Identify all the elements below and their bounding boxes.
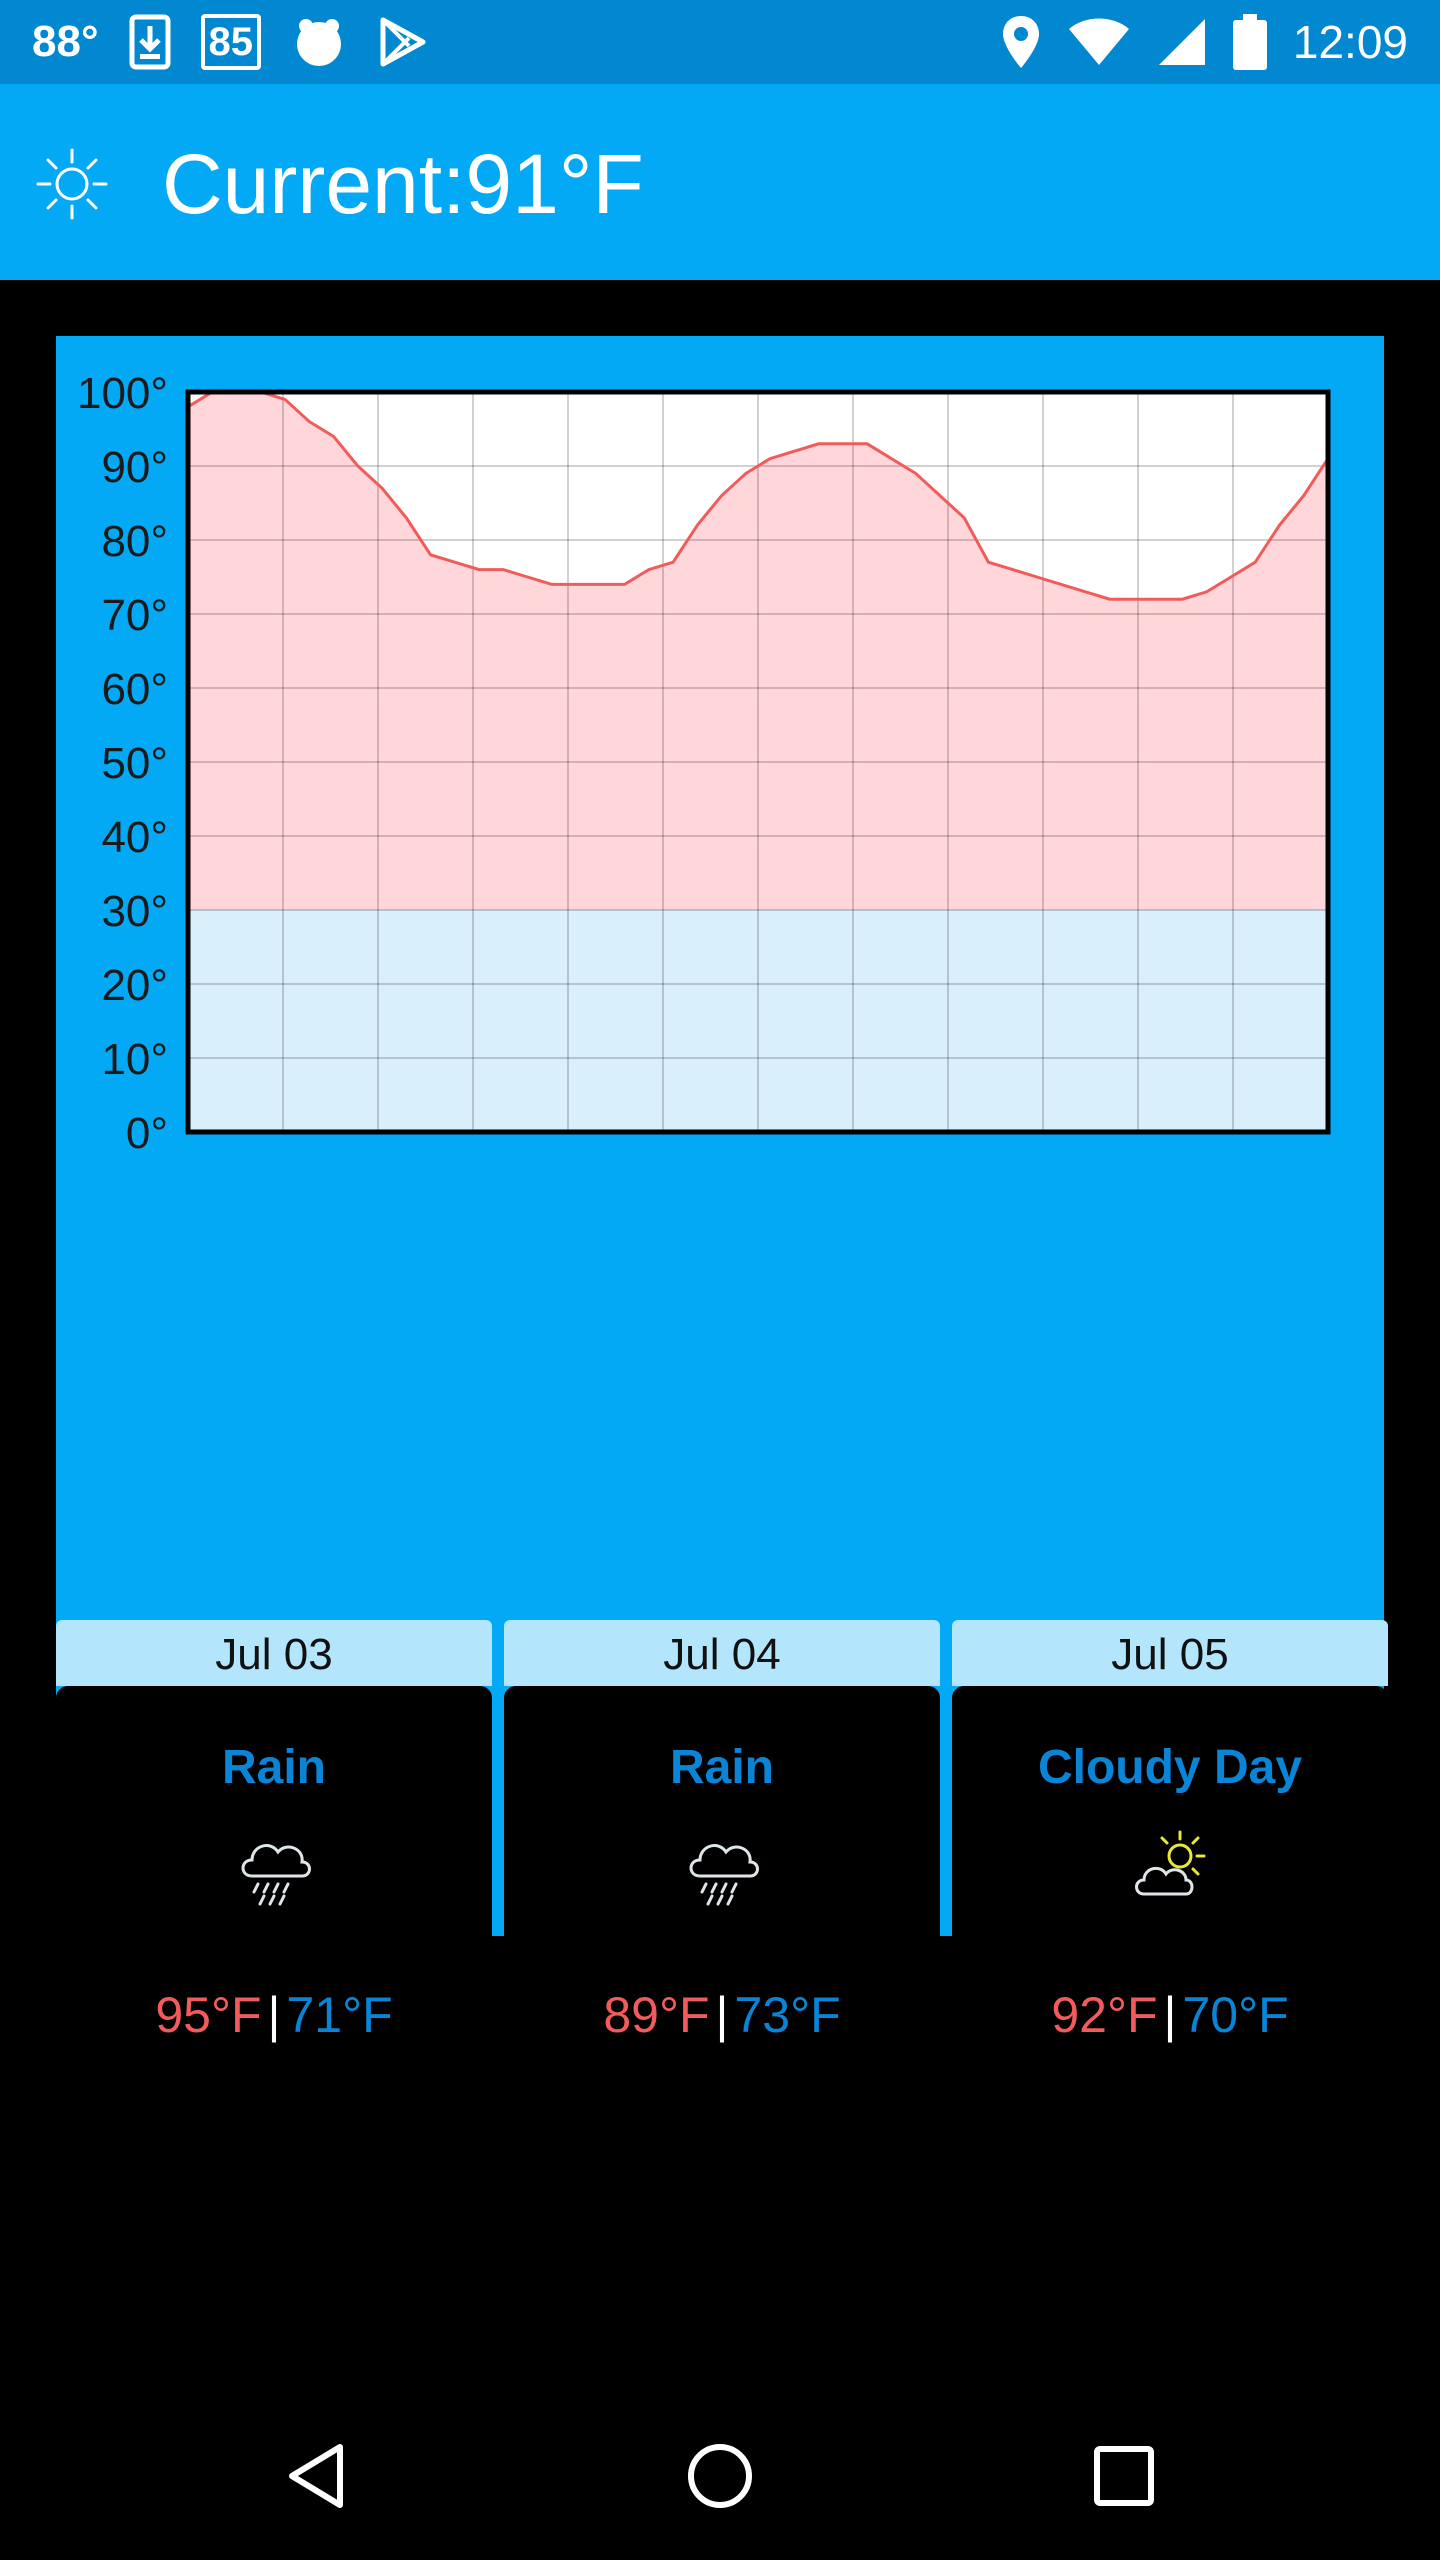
chart-y-tick-label: 30° — [101, 887, 168, 936]
app-bar: Current:91°F — [0, 84, 1440, 280]
rain-cloud-icon — [689, 1844, 759, 1906]
forecast-high: 95°F — [155, 1987, 262, 2043]
recents-icon — [1094, 2446, 1154, 2506]
forecast-low: 70°F — [1182, 1987, 1289, 2043]
chart-y-tick-label: 80° — [101, 517, 168, 566]
forecast-card-day-1[interactable]: Jul 03 Rain 95°F | 71°F — [56, 1620, 492, 2124]
signal-icon — [1158, 19, 1205, 65]
forecast-condition: Rain — [221, 1741, 326, 1794]
current-temperature-title: Current:91°F — [162, 137, 644, 231]
home-button[interactable] — [640, 2392, 800, 2560]
forecast-high: 89°F — [603, 1987, 710, 2043]
forecast-body: Rain 95°F | 71°F — [56, 1686, 492, 2124]
battery-icon — [1232, 14, 1267, 70]
temp-separator: | — [715, 1987, 729, 2043]
forecast-temps: 89°F | 73°F — [504, 1986, 940, 2044]
chart-y-tick-label: 10° — [101, 1035, 168, 1084]
back-icon — [289, 2444, 343, 2508]
forecast-date: Jul 04 — [504, 1620, 940, 1686]
chart-y-tick-label: 0° — [126, 1109, 168, 1158]
chart-y-tick-label: 90° — [101, 443, 168, 492]
temp-separator: | — [1163, 1987, 1177, 2043]
temp-separator: | — [267, 1987, 281, 2043]
status-temperature: 88° — [32, 17, 99, 66]
forecast-low: 71°F — [286, 1987, 393, 2043]
location-icon — [1002, 16, 1039, 68]
forecast-card-day-2[interactable]: Jul 04 Rain 89°F | 73°F — [504, 1620, 940, 2124]
download-icon — [129, 14, 171, 70]
temperature-chart: 100° 90° 80° 70° 60° 50° 40° 30° 20° 10° 0° — [77, 369, 1331, 1158]
chart-y-tick-label: 20° — [101, 961, 168, 1010]
rain-cloud-icon — [241, 1844, 311, 1906]
weather-panel: 100° 90° 80° 70° 60° 50° 40° 30° 20° 10° 0° Jul 03… — [56, 336, 1388, 2124]
status-bar: 88° 85 12:09 — [0, 0, 1440, 84]
chart-y-tick-label: 100° — [77, 369, 168, 418]
recents-button[interactable] — [1044, 2392, 1204, 2560]
forecast-condition: Cloudy Day — [1037, 1741, 1303, 1794]
chart-y-tick-label: 60° — [101, 665, 168, 714]
forecast-date: Jul 05 — [952, 1620, 1388, 1686]
navigation-bar — [0, 2392, 1440, 2560]
chart-y-tick-label: 50° — [101, 739, 168, 788]
forecast-temps: 95°F | 71°F — [56, 1986, 492, 2044]
chart-y-tick-label: 40° — [101, 813, 168, 862]
wifi-icon — [1068, 18, 1129, 65]
cloudy-day-icon — [1135, 1830, 1206, 1896]
calendar-badge-icon: 85 — [200, 14, 262, 70]
forecast-temps: 92°F | 70°F — [952, 1986, 1388, 2044]
forecast-body: Cloudy Day 92°F | 70°F — [952, 1686, 1388, 2124]
forecast-condition: Rain — [669, 1741, 774, 1794]
forecast-body: Rain 89°F | 73°F — [504, 1686, 940, 2124]
android-icon — [297, 19, 342, 66]
forecast-high: 92°F — [1051, 1987, 1158, 2043]
back-button[interactable] — [236, 2392, 396, 2560]
chart-y-tick-label: 70° — [101, 591, 168, 640]
status-time: 12:09 — [1292, 16, 1408, 68]
play-store-icon — [380, 17, 426, 67]
forecast-card-day-3[interactable]: Jul 05 Cloudy Day 92°F | 70°F — [952, 1620, 1388, 2124]
forecast-date: Jul 03 — [56, 1620, 492, 1686]
sun-icon — [36, 148, 108, 220]
home-icon — [688, 2444, 752, 2508]
forecast-low: 73°F — [734, 1987, 841, 2043]
